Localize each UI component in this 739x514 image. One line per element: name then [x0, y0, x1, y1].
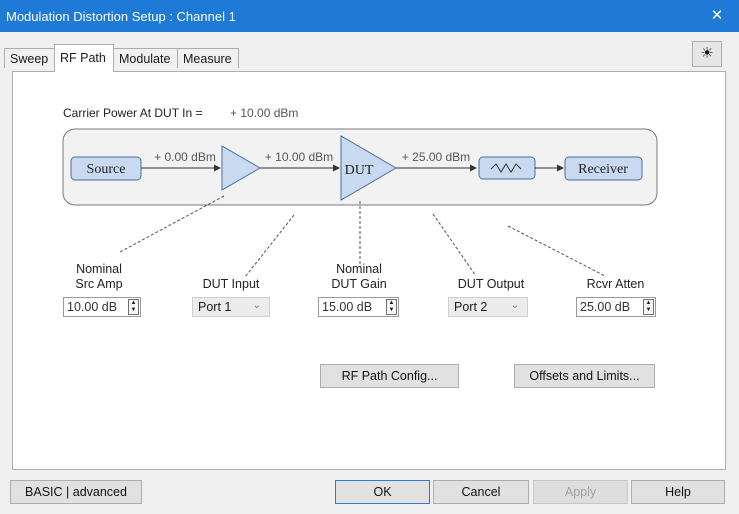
dialog-body: Sweep RF Path Modulate Measure ☀ Carrier…	[0, 32, 739, 514]
leader-dut-output	[432, 213, 477, 277]
spin-arrows-icon[interactable]: ▲ ▼	[128, 299, 139, 315]
level-after-amp: + 10.00 dBm	[265, 150, 333, 164]
dut-output-label: DUT Output	[457, 277, 525, 291]
src-amp-spinbox[interactable]: 10.00 dB ▲ ▼	[63, 297, 141, 317]
dut-gain-spinbox[interactable]: 15.00 dB ▲ ▼	[318, 297, 399, 317]
window-title: Modulation Distortion Setup : Channel 1	[6, 9, 236, 24]
sun-settings-icon: ☀	[700, 45, 714, 62]
leader-rcvr-atten	[507, 225, 606, 277]
spin-arrows-icon[interactable]: ▲ ▼	[386, 299, 397, 315]
leader-dut-input	[244, 214, 295, 278]
rcvr-atten-label: Rcvr Atten	[586, 277, 645, 291]
rf-path-panel: Carrier Power At DUT In = + 10.00 dBm So…	[12, 71, 726, 470]
dut-gain-label: Nominal DUT Gain	[331, 262, 387, 291]
spin-arrows-icon[interactable]: ▲ ▼	[643, 299, 654, 315]
help-button[interactable]: Help	[631, 480, 725, 504]
tab-measure[interactable]: Measure	[177, 48, 239, 68]
src-amp-label: Nominal Src Amp	[75, 262, 123, 291]
title-bar: Modulation Distortion Setup : Channel 1 …	[0, 0, 739, 32]
offsets-and-limits-button[interactable]: Offsets and Limits...	[514, 364, 655, 388]
tab-rf-path[interactable]: RF Path	[54, 44, 114, 72]
level-after-dut: + 25.00 dBm	[402, 150, 470, 164]
receiver-label: Receiver	[578, 162, 628, 177]
dut-input-select[interactable]: Port 1 ⌄	[192, 297, 270, 317]
close-icon[interactable]: ✕	[704, 6, 730, 26]
tab-modulate[interactable]: Modulate	[113, 48, 178, 68]
options-button[interactable]: ☀	[692, 41, 722, 67]
level-after-source: + 0.00 dBm	[154, 150, 216, 164]
source-label: Source	[87, 162, 126, 177]
rcvr-atten-spinbox[interactable]: 25.00 dB ▲ ▼	[576, 297, 656, 317]
dut-output-select[interactable]: Port 2 ⌄	[448, 297, 528, 317]
dut-input-label: DUT Input	[202, 277, 260, 291]
basic-advanced-toggle[interactable]: BASIC | advanced	[10, 480, 142, 504]
tab-sweep[interactable]: Sweep	[4, 48, 55, 68]
chevron-down-icon: ⌄	[252, 300, 261, 311]
dut-label: DUT	[345, 163, 374, 178]
rf-path-config-button[interactable]: RF Path Config...	[320, 364, 459, 388]
tab-strip: Sweep RF Path Modulate Measure ☀	[0, 32, 739, 76]
cancel-button[interactable]: Cancel	[433, 480, 529, 504]
chevron-down-icon: ⌄	[510, 300, 519, 311]
attenuator-block	[478, 156, 536, 180]
ok-button[interactable]: OK	[335, 480, 430, 504]
apply-button[interactable]: Apply	[533, 480, 628, 504]
